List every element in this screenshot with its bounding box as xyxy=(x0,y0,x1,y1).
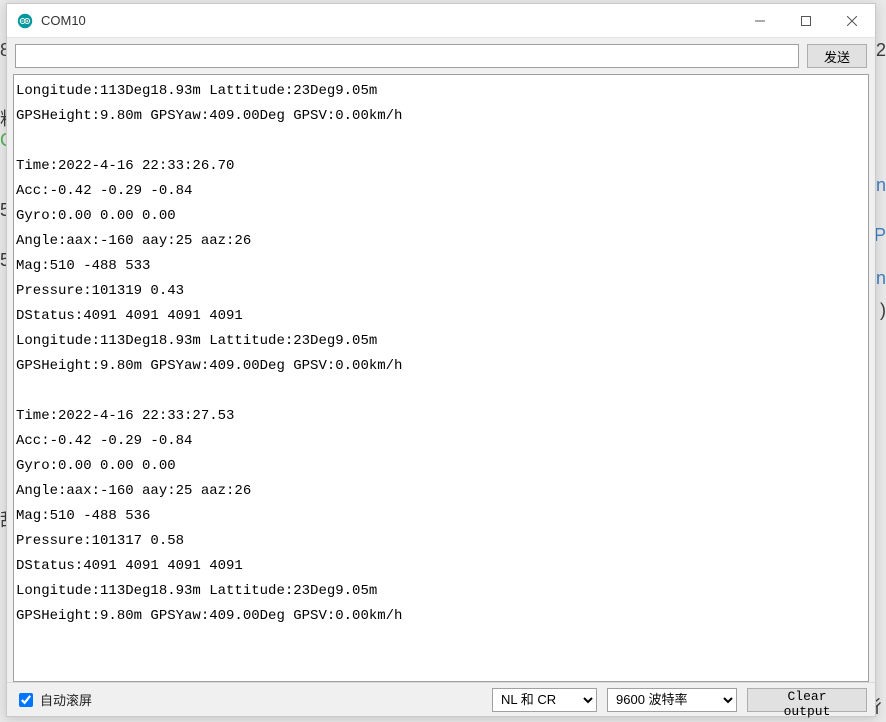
line-ending-select[interactable]: NL 和 CR xyxy=(492,688,597,712)
send-input[interactable] xyxy=(15,44,799,68)
bg-char: 2 xyxy=(876,40,886,61)
window-title: COM10 xyxy=(41,13,86,28)
autoscroll-label: 自动滚屏 xyxy=(40,690,92,709)
output-area[interactable]: Longitude:113Deg18.93m Lattitude:23Deg9.… xyxy=(14,75,868,681)
bg-char: n xyxy=(876,268,886,289)
output-area-wrap: Longitude:113Deg18.93m Lattitude:23Deg9.… xyxy=(13,74,869,682)
maximize-button[interactable] xyxy=(783,4,829,38)
bg-char: n xyxy=(876,175,886,196)
titlebar: COM10 xyxy=(7,4,875,38)
arduino-icon xyxy=(17,13,33,29)
bottom-bar: 自动滚屏 NL 和 CR 9600 波特率 Clear output xyxy=(7,682,875,716)
send-button[interactable]: 发送 xyxy=(807,44,867,68)
close-button[interactable] xyxy=(829,4,875,38)
autoscroll-input[interactable] xyxy=(19,693,33,707)
bg-char: ) xyxy=(880,300,886,321)
minimize-button[interactable] xyxy=(737,4,783,38)
send-bar: 发送 xyxy=(7,38,875,74)
autoscroll-checkbox[interactable]: 自动滚屏 xyxy=(15,690,92,710)
serial-monitor-window: COM10 发送 Longitude:113Deg18.93m Lattitud… xyxy=(6,3,876,717)
clear-output-button[interactable]: Clear output xyxy=(747,688,867,712)
baud-rate-select[interactable]: 9600 波特率 xyxy=(607,688,737,712)
